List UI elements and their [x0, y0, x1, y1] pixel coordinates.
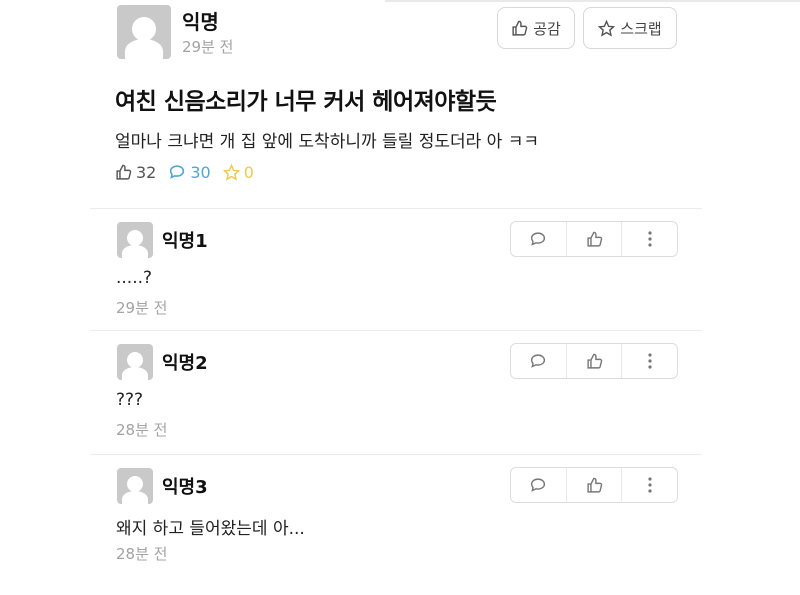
comment-like-button[interactable]	[565, 344, 622, 378]
comment-actions	[510, 343, 678, 379]
comment-text: .....?	[116, 268, 153, 288]
comment-text: 왜지 하고 들어왔는데 아...	[116, 519, 305, 539]
comment-icon	[531, 231, 546, 246]
scrap-button-label: 스크랩	[620, 19, 662, 38]
star-icon	[598, 19, 616, 37]
comment-author: 익명1	[162, 231, 208, 252]
comment-avatar	[117, 344, 153, 380]
post-stats: 32 30 0	[115, 163, 254, 182]
thumbs-up-icon	[512, 20, 528, 36]
comment-time: 28분 전	[116, 421, 168, 439]
comment-author: 익명2	[162, 353, 208, 374]
more-vertical-icon	[648, 477, 652, 493]
comment-like-button[interactable]	[565, 468, 622, 502]
star-icon	[222, 164, 240, 181]
scrap-button[interactable]: 스크랩	[583, 7, 677, 49]
comment-item: 익명3 왜지 하고 들어왔는데 아... 28분 전	[0, 455, 800, 575]
comment-time: 28분 전	[116, 545, 168, 563]
thumbs-up-icon	[586, 231, 602, 247]
comment-time: 29분 전	[116, 299, 168, 317]
comment-count: 30	[190, 163, 211, 182]
comment-actions	[510, 221, 678, 257]
more-vertical-icon	[648, 231, 652, 247]
thumbs-up-icon	[586, 477, 602, 493]
author-avatar	[117, 5, 171, 59]
reply-button[interactable]	[511, 222, 566, 256]
more-options-button[interactable]	[621, 222, 677, 256]
comment-icon	[531, 353, 546, 368]
reply-button[interactable]	[511, 344, 566, 378]
thumbs-up-icon	[116, 164, 132, 180]
like-count: 32	[136, 163, 157, 182]
like-button-label: 공감	[533, 19, 561, 38]
comment-like-button[interactable]	[565, 222, 622, 256]
more-options-button[interactable]	[621, 468, 677, 502]
post-time: 29분 전	[182, 38, 234, 56]
post-author: 익명	[182, 10, 219, 34]
comment-avatar	[117, 468, 153, 504]
comment-actions	[510, 467, 678, 503]
comment-item: 익명1 .....? 29분 전	[0, 209, 800, 329]
comment-icon	[170, 165, 185, 179]
more-options-button[interactable]	[621, 344, 677, 378]
thumbs-up-icon	[586, 353, 602, 369]
post-title: 여친 신음소리가 너무 커서 헤어져야할듯	[115, 89, 497, 115]
scrap-count: 0	[243, 163, 254, 182]
comment-text: ???	[116, 390, 144, 410]
post-body: 얼마나 크냐면 개 집 앞에 도착하니까 들릴 정도더라 아 ㅋㅋ	[115, 132, 539, 152]
comment-author: 익명3	[162, 477, 208, 498]
reply-button[interactable]	[511, 468, 566, 502]
like-button[interactable]: 공감	[497, 7, 575, 49]
comment-item: 익명2 ??? 28분 전	[0, 331, 800, 451]
comment-icon	[531, 477, 546, 492]
top-edge-divider	[385, 0, 800, 2]
comment-avatar	[117, 222, 153, 258]
more-vertical-icon	[648, 353, 652, 369]
